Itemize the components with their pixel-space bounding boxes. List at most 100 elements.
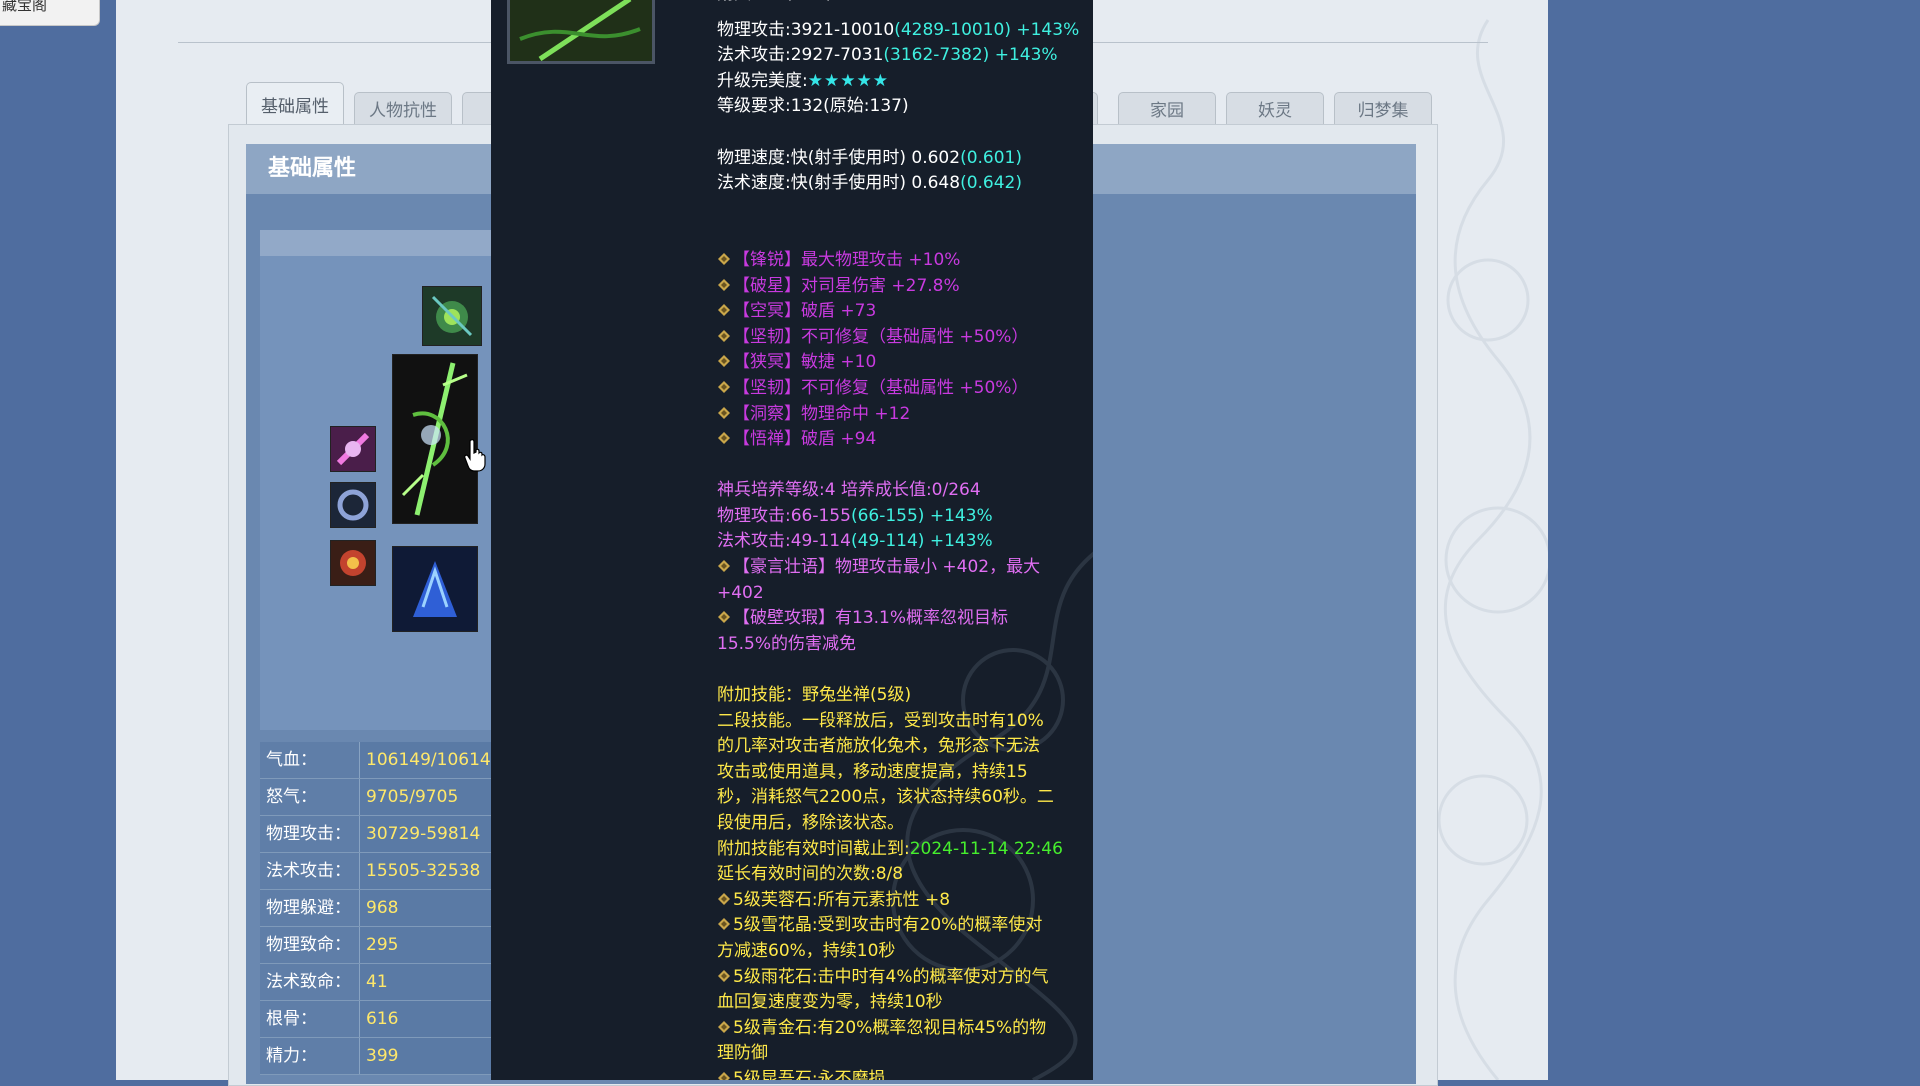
gem-continuation: 理防御 (717, 1043, 768, 1064)
affix-text: 【悟禅】破盾 +94 (733, 429, 877, 450)
item-thumbnail (507, 0, 655, 64)
cult-effect-text: 【破壁攻瑕】有13.1%概率忽视目标 (733, 608, 1009, 629)
equip-slot-ring-1[interactable] (330, 426, 376, 472)
cult-magic-line: 法术攻击:49-114(49-114) +143% (717, 529, 1087, 555)
talisman-icon (340, 550, 366, 576)
gem-text: 5级昆吾石:永不磨损 (733, 1068, 886, 1080)
expiry-date: 2024-11-14 22:46 (909, 838, 1063, 859)
value-bonus: +143% (989, 45, 1058, 66)
magic-attack-line: 法术攻击:2927-7031(3162-7382) +143% (717, 43, 1087, 69)
tooltip-text: 耐久:323/323/323 物理攻击:3921-10010(4289-1001… (717, 0, 1087, 1080)
item-tooltip: 耐久:323/323/323 物理攻击:3921-10010(4289-1001… (491, 0, 1093, 1080)
equip-slot-amulet[interactable] (422, 286, 482, 346)
tab-basic-attributes[interactable]: 基础属性 (246, 82, 344, 126)
gem-bullet-icon (718, 304, 730, 317)
gem-continuation: 方减速60%，持续10秒 (717, 940, 896, 961)
value-base: 物理速度:快(射手使用时) 0.602 (717, 147, 961, 168)
stat-label: 法术致命： (260, 964, 360, 1000)
armor-icon (413, 561, 457, 617)
equip-slot-talisman[interactable] (330, 540, 376, 586)
upgrade-line: 升级完美度:★★★★★ (717, 69, 1087, 95)
value-paren: (0.601) (960, 147, 1023, 168)
gem-bullet-icon (718, 918, 730, 931)
skill-desc-line: 段使用后，移除该状态。 (717, 813, 904, 833)
stat-row-constitution: 根骨： 616 (260, 1001, 500, 1038)
cult-phys-line: 物理攻击:66-155(66-155) +143% (717, 504, 1087, 530)
skill-desc-line: 秒，消耗怒气2200点，该状态持续60秒。二 (717, 787, 1054, 808)
stat-label: 物理攻击： (260, 816, 360, 852)
value-bonus: +143% (1010, 19, 1080, 40)
gem-line: 5级青金石:有20%概率忽视目标45%的物 (717, 1016, 1087, 1042)
stat-value: 30729-59814 (360, 816, 500, 852)
affix-text: 【破星】对司星伤害 +27.8% (733, 275, 960, 296)
equipment-panel (260, 230, 500, 730)
gem-bullet-icon (718, 252, 730, 265)
gem-bullet-icon (718, 380, 730, 393)
magic-speed-line: 法术速度:快(射手使用时) 0.648(0.642) (717, 171, 1087, 197)
value-base: 物理攻击:66-155 (717, 505, 851, 526)
value-paren: (3162-7382) (883, 45, 990, 66)
amulet-icon (431, 295, 473, 337)
gem-bullet-icon (718, 560, 730, 573)
tab-yaoling[interactable]: 妖灵 (1226, 92, 1324, 124)
equip-slot-armor[interactable] (392, 546, 478, 632)
stat-value: 41 (360, 964, 500, 1000)
gem-continuation: 血回复速度变为零，持续10秒 (717, 992, 943, 1013)
affix-text: 【空冥】破盾 +73 (733, 301, 877, 322)
stat-label: 怒气： (260, 779, 360, 815)
affix-line: 【狭冥】敏捷 +10 (717, 350, 1087, 376)
affix-line: 【悟禅】破盾 +94 (717, 427, 1087, 453)
cult-effect-line: 【破壁攻瑕】有13.1%概率忽视目标 (717, 606, 1087, 632)
cult-effect-line: 【豪言壮语】物理攻击最小 +402，最大 (717, 555, 1087, 581)
tab-home[interactable]: 家园 (1118, 92, 1216, 124)
tab-character-resist[interactable]: 人物抗性 (354, 92, 452, 124)
gem-bullet-icon (718, 278, 730, 291)
gem-bullet-icon (718, 432, 730, 445)
gem-bullet-icon (718, 329, 730, 342)
stat-value: 399 (360, 1038, 500, 1074)
stat-value: 106149/106149 (360, 742, 500, 778)
expiry-label: 附加技能有效时间截止到: (717, 838, 910, 859)
gem-text: 5级雪花晶:受到攻击时有20%的概率使对 (733, 915, 1043, 936)
skill-desc-line: 攻击或使用道具，移动速度提高，持续15 (717, 761, 1028, 782)
affix-line: 【锋锐】最大物理攻击 +10% (717, 248, 1087, 274)
affix-text: 【洞察】物理命中 +12 (733, 403, 911, 424)
weapon-preview-icon (519, 0, 641, 61)
stat-label: 根骨： (260, 1001, 360, 1037)
gem-bullet-icon (718, 892, 730, 905)
corner-tag: 藏宝阁 (0, 0, 100, 26)
equip-slot-ring-2[interactable] (330, 482, 376, 528)
affix-text: 【坚韧】不可修复（基础属性 +50%） (733, 326, 1029, 347)
affix-text: 【锋锐】最大物理攻击 +10% (733, 249, 961, 270)
stat-value: 968 (360, 890, 500, 926)
stat-row-rage: 怒气： 9705/9705 (260, 779, 500, 816)
affix-text: 【坚韧】不可修复（基础属性 +50%） (733, 377, 1029, 398)
stat-row-magic-crit: 法术致命： 41 (260, 964, 500, 1001)
hand-cursor-icon (464, 439, 486, 472)
value-paren: (0.642) (960, 173, 1023, 194)
stat-row-phys-crit: 物理致命： 295 (260, 927, 500, 964)
skill-desc-line: 二段技能。一段释放后，受到攻击时有10% (717, 710, 1044, 731)
skill-title: 附加技能：野兔坐禅(5级) (717, 685, 912, 706)
stat-label: 法术攻击： (260, 853, 360, 889)
skill-desc-line: 的几率对攻击者施放化兔术，兔形态下无法 (717, 736, 1040, 757)
stat-value: 15505-32538 (360, 853, 500, 889)
stat-value: 9705/9705 (360, 779, 500, 815)
tab-guimengji[interactable]: 归梦集 (1334, 92, 1432, 124)
bracelet-icon (337, 489, 369, 521)
value-base: 法术攻击:49-114 (717, 531, 851, 552)
stats-table: 气血： 106149/106149 怒气： 9705/9705 物理攻击： 30729… (260, 742, 500, 1075)
stat-label: 气血： (260, 742, 360, 778)
gem-text: 5级雨花石:击中时有4%的概率使对方的气 (733, 966, 1049, 987)
gem-text: 5级芙蓉石:所有元素抗性 +8 (733, 889, 951, 910)
value-bonus: +143% (924, 505, 993, 526)
star-rating-icon: ★★★★★ (807, 70, 889, 91)
ring-icon (336, 432, 370, 466)
phys-speed-line: 物理速度:快(射手使用时) 0.602(0.601) (717, 146, 1087, 172)
cult-effect-text: 【豪言壮语】物理攻击最小 +402，最大 (733, 557, 1041, 578)
gem-line: 5级芙蓉石:所有元素抗性 +8 (717, 888, 1087, 914)
affix-line: 【洞察】物理命中 +12 (717, 402, 1087, 428)
